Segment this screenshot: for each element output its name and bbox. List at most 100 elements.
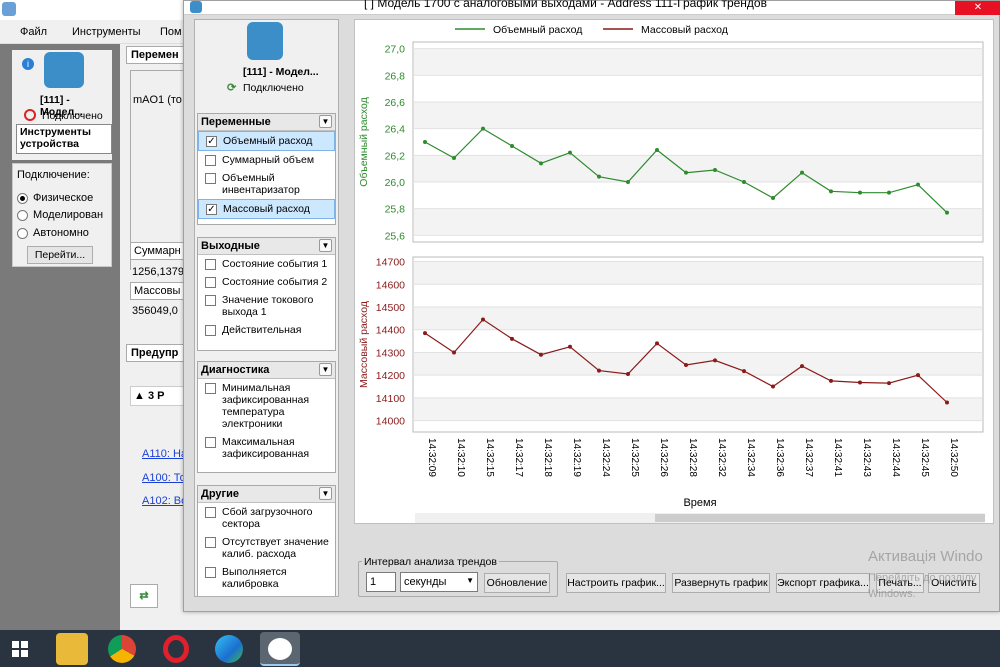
checkbox[interactable] xyxy=(205,537,216,548)
chrome-icon[interactable] xyxy=(108,635,136,663)
y-tick-label: 14400 xyxy=(376,325,405,337)
close-icon[interactable]: ✕ xyxy=(955,1,1000,15)
checkbox[interactable] xyxy=(205,507,216,518)
data-point xyxy=(626,372,630,377)
mass-label: Массовы xyxy=(130,282,190,300)
data-point xyxy=(539,161,543,166)
warnings-tab[interactable]: Предупр xyxy=(126,344,186,362)
transmitter-icon xyxy=(44,52,84,88)
data-point xyxy=(829,189,833,194)
y-tick-label: 25,6 xyxy=(385,230,406,242)
var-volume-inventory[interactable]: Объемный инвентаризатор xyxy=(198,169,335,199)
data-point xyxy=(916,373,920,378)
group-variables-header[interactable]: Переменные ▼ xyxy=(198,114,335,131)
data-point xyxy=(655,148,659,152)
warning-link-1[interactable]: A110: На xyxy=(142,448,187,460)
device-card: i [111] - Модел... Подключено Инструмент… xyxy=(12,50,112,160)
configure-chart-button[interactable]: Настроить график... xyxy=(566,573,666,593)
checkbox[interactable] xyxy=(205,277,216,288)
chevron-down-icon: ▼ xyxy=(319,363,332,376)
other-no-cal[interactable]: Отсутствует значение калиб. расхода xyxy=(198,533,335,563)
var-volume-flow[interactable]: ✓ Объемный расход xyxy=(198,131,335,151)
taskbar xyxy=(0,630,1000,667)
warning-link-3[interactable]: A102: Во xyxy=(142,495,187,507)
radio-physical[interactable] xyxy=(17,193,28,204)
checkbox[interactable]: ✓ xyxy=(206,204,217,215)
radio-offline[interactable] xyxy=(17,228,28,239)
menu-file[interactable]: Файл xyxy=(20,26,47,38)
x-tick-label: 14:32:15 xyxy=(484,438,495,477)
other-calibrating[interactable]: Выполняется калибровка xyxy=(198,563,335,593)
x-tick-label: 14:32:24 xyxy=(600,438,611,477)
out-actual[interactable]: Действительная xyxy=(198,321,335,339)
warning-link-2[interactable]: A100: То xyxy=(142,472,186,484)
out-event-1[interactable]: Состояние события 1 xyxy=(198,255,335,273)
group-other-header[interactable]: Другие ▼ xyxy=(198,486,335,503)
radio-simulated[interactable] xyxy=(17,210,28,221)
radio-offline-label: Автономно xyxy=(33,227,89,239)
trend-chart-svg: Объемный расход Массовый расход 27,0 26,8… xyxy=(358,24,985,523)
data-point xyxy=(597,368,601,373)
trend-sidebar: [111] - Модел... ⟳ Подключено Переменные… xyxy=(194,19,339,597)
file-explorer-icon[interactable] xyxy=(56,633,88,665)
swap-icon[interactable]: ⇄ xyxy=(130,584,158,608)
data-point xyxy=(539,352,543,357)
windows-start-icon[interactable] xyxy=(6,634,34,662)
menu-tools[interactable]: Инструменты xyxy=(72,26,141,38)
total-label: Суммарн xyxy=(130,242,190,260)
variables-tab[interactable]: Перемен xyxy=(126,46,186,64)
checkbox[interactable] xyxy=(205,437,216,448)
checkbox[interactable] xyxy=(205,383,216,394)
other-boot-sector[interactable]: Сбой загрузочного сектора xyxy=(198,503,335,533)
checkbox[interactable]: ✓ xyxy=(206,136,217,147)
interval-unit-select[interactable]: секунды ▼ xyxy=(400,572,478,592)
y-tick-label: 14300 xyxy=(376,347,405,359)
device-tools-button[interactable]: Инструменты устройства xyxy=(16,124,112,154)
y-axis-label: Массовый расход xyxy=(358,301,370,388)
x-tick-label: 14:32:44 xyxy=(890,438,901,477)
menu-help[interactable]: Пом xyxy=(160,26,182,38)
group-diagnostics-header[interactable]: Диагностика ▼ xyxy=(198,362,335,379)
interval-value-input[interactable]: 1 xyxy=(366,572,396,592)
checkbox[interactable] xyxy=(205,259,216,270)
legend-mass-label: Массовый расход xyxy=(641,24,728,36)
export-chart-button[interactable]: Экспорт графика... xyxy=(776,573,870,593)
data-point xyxy=(423,331,427,336)
prolink-icon[interactable] xyxy=(260,632,300,666)
goto-button[interactable]: Перейти... xyxy=(27,246,93,264)
data-point xyxy=(568,150,572,155)
x-tick-label: 14:32:41 xyxy=(832,438,843,477)
x-tick-label: 14:32:37 xyxy=(803,438,814,477)
opera-icon[interactable] xyxy=(163,635,189,663)
expand-chart-button[interactable]: Развернуть график xyxy=(672,573,770,593)
grid-band xyxy=(414,397,982,421)
y-tick-label: 27,0 xyxy=(385,44,406,56)
checkbox[interactable] xyxy=(205,325,216,336)
out-current-1[interactable]: Значение токового выхода 1 xyxy=(198,291,335,321)
middle-pane: Перемен mAO1 (то Суммарн 1256,1379 Массо… xyxy=(120,44,190,630)
checkbox[interactable] xyxy=(205,567,216,578)
grid-band xyxy=(414,261,982,285)
grid-band xyxy=(414,352,982,376)
data-point xyxy=(887,190,891,195)
data-point xyxy=(858,380,862,385)
data-point xyxy=(945,400,949,405)
checkbox[interactable] xyxy=(205,155,216,166)
checkbox[interactable] xyxy=(205,173,216,184)
diag-max-temp[interactable]: Максимальная зафиксированная xyxy=(198,433,335,463)
mass-value: 356049,0 xyxy=(132,305,178,317)
refresh-button[interactable]: Обновление xyxy=(484,573,550,593)
group-outputs-header[interactable]: Выходные ▼ xyxy=(198,238,335,255)
x-tick-label: 14:32:18 xyxy=(542,438,553,477)
out-event-2[interactable]: Состояние события 2 xyxy=(198,273,335,291)
x-tick-label: 14:32:09 xyxy=(426,438,437,477)
y-tick-label: 26,6 xyxy=(385,97,406,109)
data-point xyxy=(771,196,775,200)
checkbox[interactable] xyxy=(205,295,216,306)
var-total-volume[interactable]: Суммарный объем xyxy=(198,151,335,169)
edge-icon[interactable] xyxy=(215,635,243,663)
diag-min-temp[interactable]: Минимальная зафиксированная температура … xyxy=(198,379,335,433)
group-outputs: Выходные ▼ Состояние события 1 Состояние … xyxy=(197,237,336,351)
y-tick-label: 26,0 xyxy=(385,177,406,189)
var-mass-flow[interactable]: ✓ Массовый расход xyxy=(198,199,335,219)
